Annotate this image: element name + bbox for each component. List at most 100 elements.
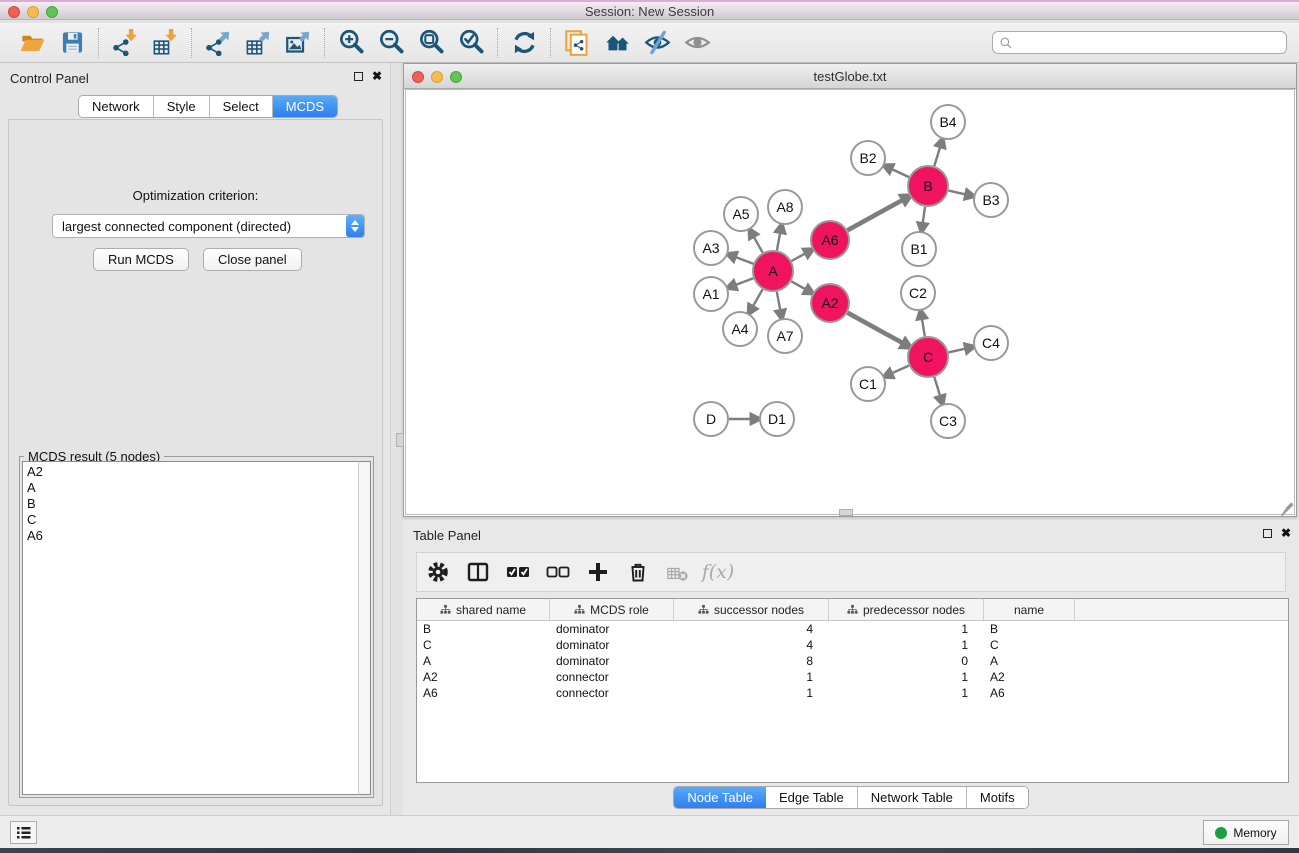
graph-node[interactable]: C3: [931, 404, 965, 438]
graph-edge[interactable]: [735, 278, 753, 285]
refresh-icon[interactable]: [504, 28, 544, 58]
graph-node[interactable]: A8: [768, 190, 802, 224]
table-row[interactable]: Adominator80A: [417, 653, 1288, 669]
table-row[interactable]: Cdominator41C: [417, 637, 1288, 653]
graph-edge[interactable]: [791, 281, 805, 289]
zoom-out-icon[interactable]: [371, 28, 411, 58]
add-icon[interactable]: [585, 559, 611, 585]
search-input[interactable]: [1013, 34, 1286, 52]
close-panel-icon[interactable]: ✖: [372, 71, 382, 81]
tab-network[interactable]: Network: [79, 96, 154, 117]
result-list-item[interactable]: C: [27, 512, 358, 528]
search-field[interactable]: [992, 31, 1287, 54]
gear-icon[interactable]: [425, 559, 451, 585]
graph-node[interactable]: D: [694, 402, 728, 436]
tab-motifs[interactable]: Motifs: [967, 787, 1028, 808]
task-history-button[interactable]: [10, 821, 37, 844]
column-header-MCDS-role[interactable]: MCDS role: [550, 599, 674, 620]
column-header-name[interactable]: name: [984, 599, 1075, 620]
zoom-in-icon[interactable]: [331, 28, 371, 58]
graph-node[interactable]: A1: [694, 277, 728, 311]
close-panel-button[interactable]: Close panel: [203, 248, 302, 271]
vertical-splitter-handle[interactable]: [396, 433, 404, 447]
columns-icon[interactable]: [465, 559, 491, 585]
network-canvas[interactable]: B4 B2 B B3 B1 A5 A8 A6 A3 A A1 A2 C2: [405, 89, 1295, 515]
graph-edge[interactable]: [848, 200, 903, 230]
export-image-icon[interactable]: [278, 28, 318, 58]
result-list-item[interactable]: B: [27, 496, 358, 512]
float-panel-icon[interactable]: [354, 72, 363, 81]
graph-node[interactable]: D1: [760, 402, 794, 436]
tab-mcds[interactable]: MCDS: [273, 96, 337, 117]
graph-edge[interactable]: [934, 377, 940, 396]
horizontal-splitter-handle[interactable]: [839, 509, 853, 516]
memory-button[interactable]: Memory: [1203, 820, 1289, 845]
close-table-panel-icon[interactable]: ✖: [1281, 528, 1291, 538]
export-network-icon[interactable]: [198, 28, 238, 58]
graph-edge[interactable]: [777, 292, 781, 311]
zoom-fit-icon[interactable]: [411, 28, 451, 58]
graph-edge[interactable]: [934, 147, 940, 166]
graph-node[interactable]: B4: [931, 105, 965, 139]
graph-node[interactable]: B: [908, 166, 948, 206]
graph-node[interactable]: A4: [723, 312, 757, 346]
hide-eye-icon[interactable]: [637, 28, 677, 58]
copy-network-icon[interactable]: [557, 28, 597, 58]
column-header-predecessor-nodes[interactable]: predecessor nodes: [829, 599, 984, 620]
graph-node[interactable]: C: [908, 337, 948, 377]
resize-grip[interactable]: [1278, 498, 1292, 512]
home-icon[interactable]: [597, 28, 637, 58]
column-header-shared-name[interactable]: shared name: [417, 599, 550, 620]
graph-edge[interactable]: [923, 207, 925, 224]
run-mcds-button[interactable]: Run MCDS: [93, 248, 189, 271]
graph-edge[interactable]: [922, 319, 925, 337]
graph-edge[interactable]: [791, 253, 805, 261]
save-icon[interactable]: [52, 28, 92, 58]
tab-select[interactable]: Select: [210, 96, 273, 117]
result-list-item[interactable]: A6: [27, 528, 358, 544]
export-table-icon[interactable]: [238, 28, 278, 58]
tab-network-table[interactable]: Network Table: [858, 787, 967, 808]
graph-node[interactable]: A: [753, 251, 793, 291]
delete-icon[interactable]: [625, 559, 651, 585]
tab-style[interactable]: Style: [154, 96, 210, 117]
float-table-panel-icon[interactable]: [1263, 529, 1272, 538]
result-list-item[interactable]: A2: [27, 464, 358, 480]
column-header-successor-nodes[interactable]: successor nodes: [674, 599, 829, 620]
table-row[interactable]: A6connector11A6: [417, 685, 1288, 701]
graph-node[interactable]: C2: [901, 276, 935, 310]
tab-edge-table[interactable]: Edge Table: [766, 787, 858, 808]
network-window-titlebar[interactable]: testGlobe.txt: [404, 64, 1296, 89]
graph-node[interactable]: C4: [974, 326, 1008, 360]
criterion-dropdown[interactable]: largest connected component (directed): [52, 214, 365, 238]
result-list-item[interactable]: A: [27, 480, 358, 496]
graph-edge[interactable]: [754, 237, 763, 253]
import-network-icon[interactable]: [105, 28, 145, 58]
result-scrollbar[interactable]: [358, 461, 371, 795]
graph-edge[interactable]: [848, 313, 903, 343]
graph-node[interactable]: B2: [851, 141, 885, 175]
graph-edge[interactable]: [777, 233, 780, 251]
graph-edge[interactable]: [892, 169, 909, 177]
graph-node[interactable]: A3: [694, 231, 728, 265]
graph-node[interactable]: A2: [811, 284, 849, 322]
graph-node[interactable]: A5: [724, 197, 758, 231]
graph-node[interactable]: A7: [768, 319, 802, 353]
import-table-icon[interactable]: [145, 28, 185, 58]
graph-edge[interactable]: [753, 289, 763, 306]
zoom-selected-icon[interactable]: [451, 28, 491, 58]
graph-node[interactable]: B1: [902, 232, 936, 266]
table-row[interactable]: Bdominator41B: [417, 621, 1288, 637]
graph-edge[interactable]: [735, 257, 753, 264]
graph-node[interactable]: C1: [851, 367, 885, 401]
table-row[interactable]: A2connector11A2: [417, 669, 1288, 685]
graph-edge[interactable]: [949, 349, 966, 353]
graph-node[interactable]: B3: [974, 183, 1008, 217]
graph-edge[interactable]: [892, 366, 909, 374]
tab-node-table[interactable]: Node Table: [674, 787, 766, 808]
graph-edge[interactable]: [949, 191, 966, 195]
open-folder-icon[interactable]: [12, 28, 52, 58]
graph-node[interactable]: A6: [811, 221, 849, 259]
select-all-icon[interactable]: [505, 559, 531, 585]
deselect-all-icon[interactable]: [545, 559, 571, 585]
